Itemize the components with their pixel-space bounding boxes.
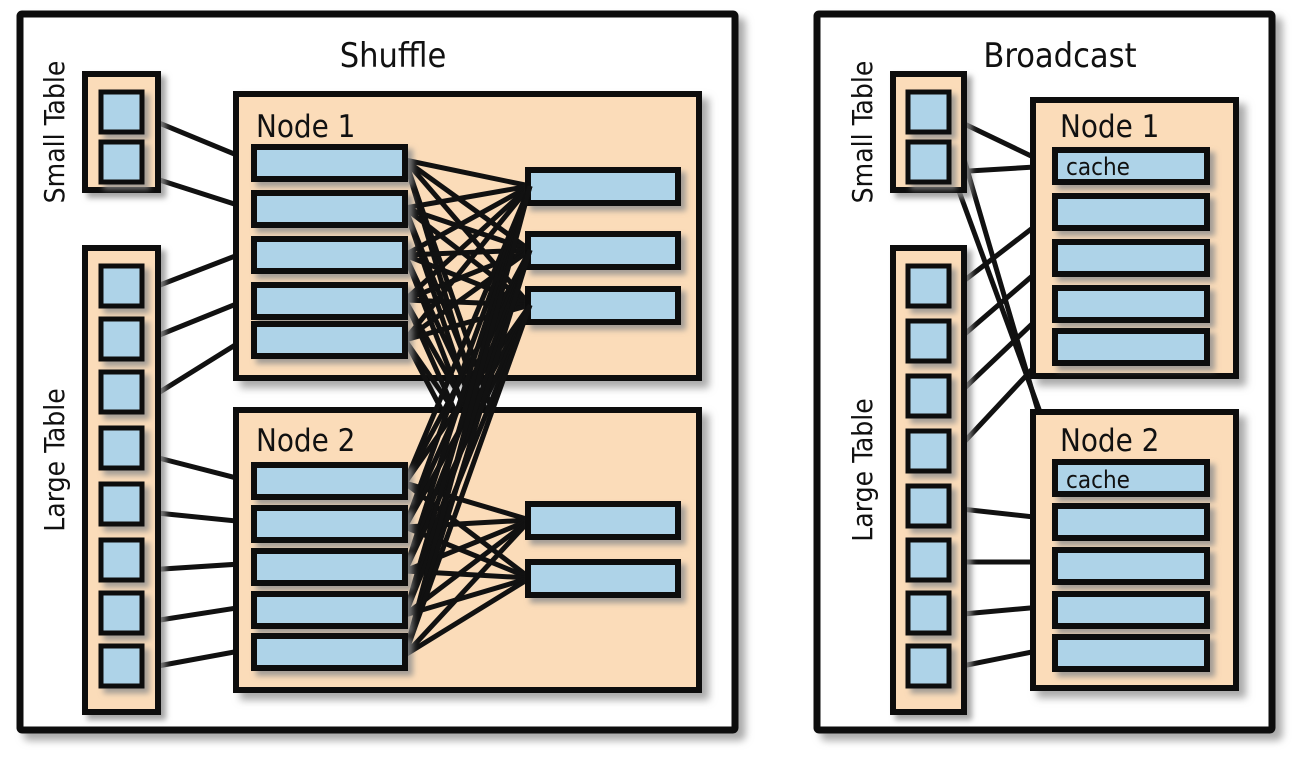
table-cell[interactable] [905, 643, 952, 689]
table-cell[interactable] [905, 89, 952, 135]
node-input-bar[interactable] [251, 282, 408, 320]
table-cell[interactable] [905, 318, 952, 364]
node-input-bar[interactable] [1052, 503, 1210, 541]
node-input-bar[interactable] [251, 462, 408, 500]
broadcast-panel-title: Broadcast [983, 36, 1136, 76]
node-title: Node 1 [1060, 109, 1159, 145]
node-input-bar[interactable] [251, 144, 408, 182]
shuffle-small-table-label: Small Table [38, 61, 71, 204]
node-input-bar[interactable] [1052, 285, 1210, 323]
table-cell[interactable] [98, 481, 145, 527]
node-input-bar[interactable] [1052, 239, 1210, 277]
panel-shuffle: Shuffle Small Table Large Table Node 1 N… [16, 10, 739, 734]
node-input-bar[interactable] [1052, 547, 1210, 585]
broadcast-small-table-label: Small Table [846, 61, 879, 204]
table-cell[interactable] [98, 89, 145, 135]
node-input-bar[interactable] [1052, 634, 1210, 672]
table-cell[interactable] [98, 425, 145, 471]
node-output-bar[interactable] [525, 286, 681, 325]
node-input-bar[interactable] [1052, 591, 1210, 629]
shuffle-large-table-label: Large Table [38, 388, 71, 532]
shuffle-panel-title: Shuffle [340, 36, 447, 76]
node-output-bar[interactable] [525, 231, 681, 270]
node-output-bar[interactable] [525, 501, 681, 540]
cache-label: cache [1066, 466, 1130, 494]
table-cell[interactable] [905, 139, 952, 185]
table-cell[interactable] [905, 590, 952, 636]
node-title: Node 1 [256, 109, 355, 145]
table-cell[interactable] [98, 369, 145, 415]
node-input-bar[interactable] [251, 321, 408, 359]
panel-broadcast: Broadcast Small Table Large Table Node 1… [813, 10, 1276, 734]
table-group-box [890, 245, 967, 715]
node-input-bar[interactable] [1052, 328, 1210, 366]
node-title: Node 2 [256, 423, 355, 459]
node-input-bar[interactable] [251, 505, 408, 543]
node-input-bar[interactable] [1052, 193, 1210, 231]
table-cell[interactable] [98, 316, 145, 362]
table-cell[interactable] [905, 483, 952, 529]
node-input-bar[interactable] [251, 190, 408, 228]
table-cell[interactable] [98, 139, 145, 185]
node-title: Node 2 [1060, 423, 1159, 459]
table-cell[interactable] [98, 643, 145, 689]
node-input-bar[interactable] [251, 633, 408, 671]
node-output-bar[interactable] [525, 167, 681, 206]
broadcast-node-1: Node 1 cache [1030, 97, 1239, 379]
table-cell[interactable] [905, 428, 952, 474]
broadcast-large-table [890, 245, 967, 715]
table-cell[interactable] [98, 263, 145, 309]
node-input-bar[interactable] [251, 236, 408, 274]
diagram-canvas: Shuffle Small Table Large Table Node 1 N… [0, 0, 1295, 760]
broadcast-node-2: Node 2 cache [1030, 409, 1239, 691]
node-output-bar[interactable] [525, 559, 681, 598]
shuffle-large-table [82, 245, 161, 715]
table-cell[interactable] [905, 263, 952, 309]
node-input-bar[interactable] [251, 591, 408, 629]
shuffle-small-table [82, 71, 161, 193]
table-cell[interactable] [98, 590, 145, 636]
table-cell[interactable] [905, 537, 952, 583]
table-cell[interactable] [905, 373, 952, 419]
node-input-bar[interactable] [251, 548, 408, 586]
broadcast-large-table-label: Large Table [846, 398, 879, 542]
broadcast-small-table [890, 71, 967, 193]
table-cell[interactable] [98, 537, 145, 583]
cache-label: cache [1066, 153, 1130, 181]
